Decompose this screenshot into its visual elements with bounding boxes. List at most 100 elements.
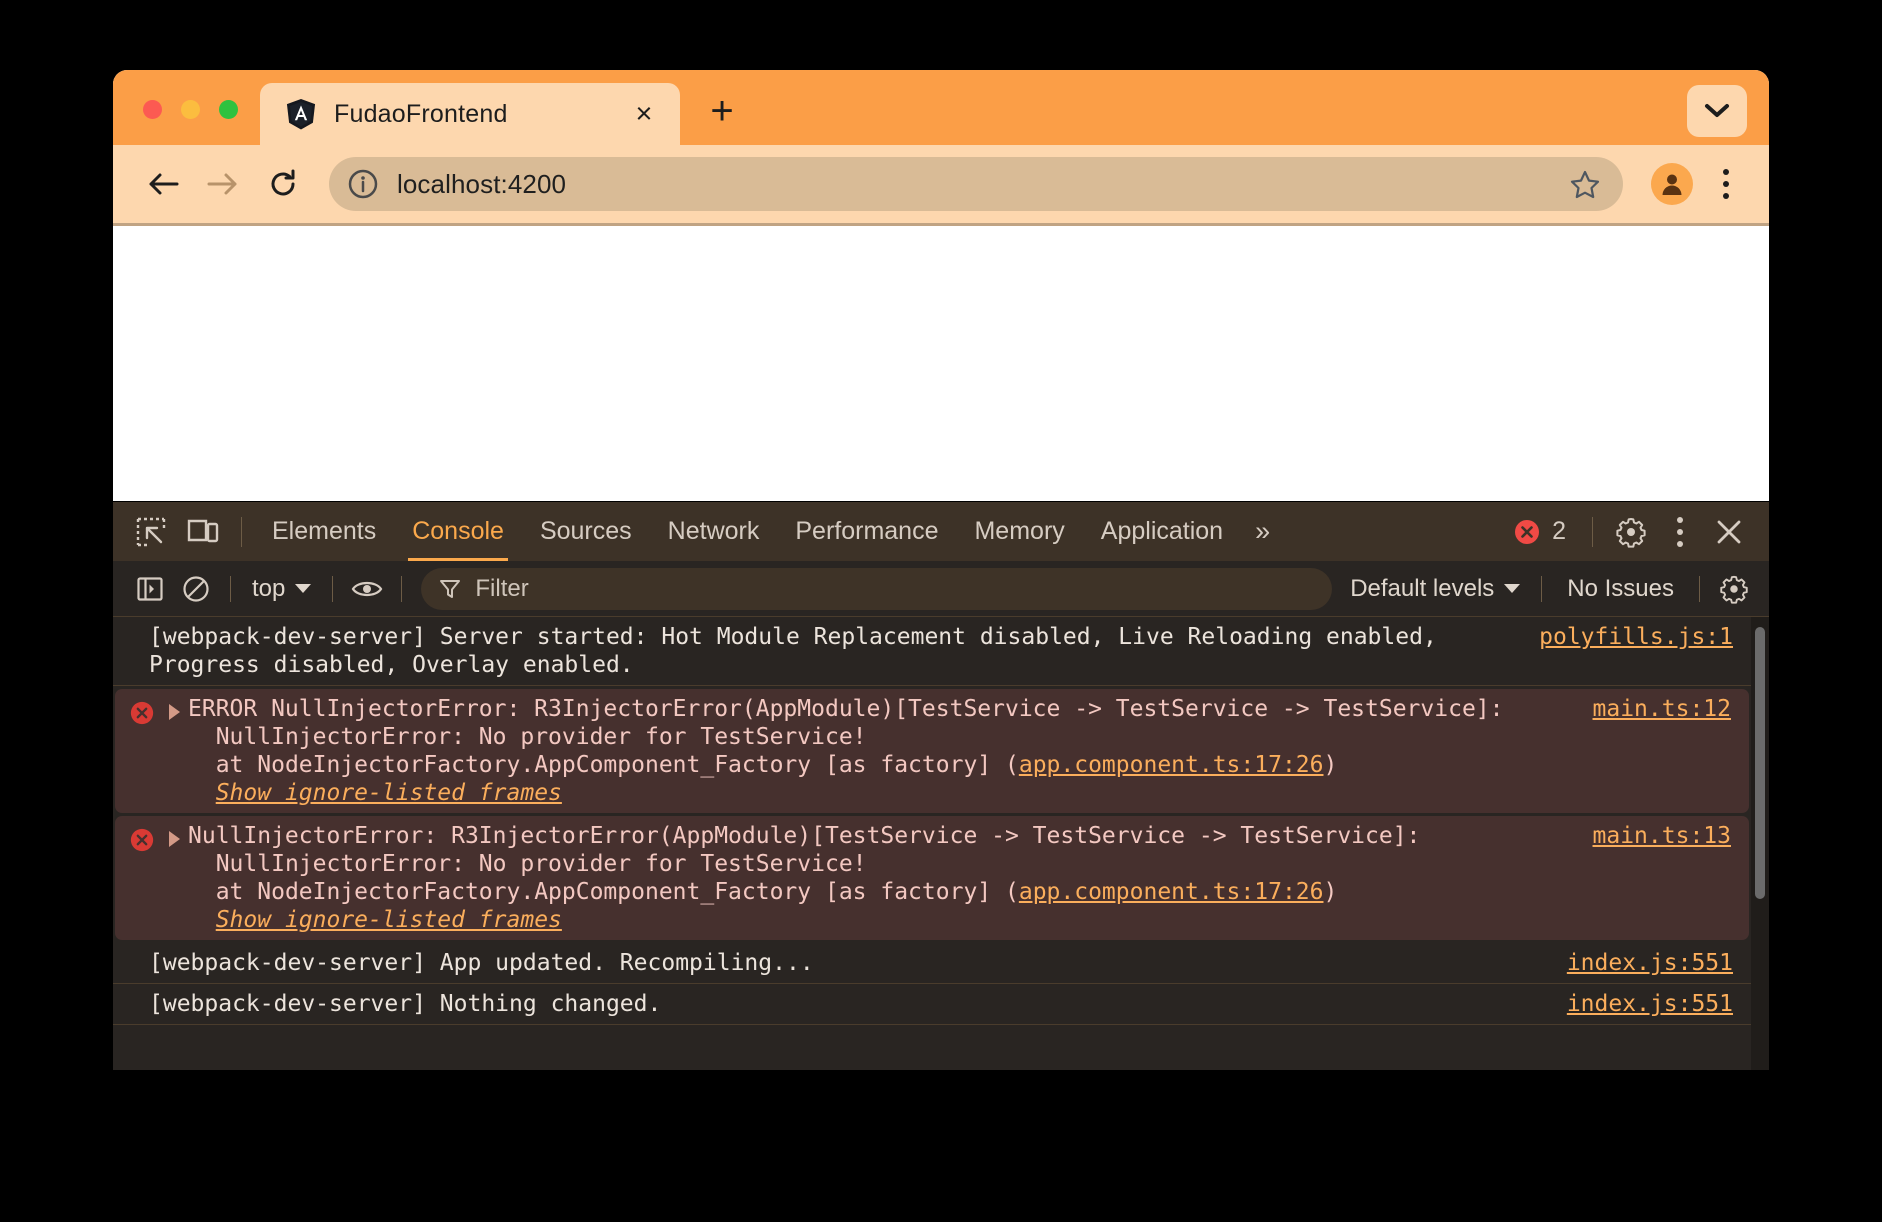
toolbar-divider (241, 517, 242, 547)
more-tabs-button[interactable]: » (1241, 516, 1282, 547)
live-expression-button[interactable] (344, 566, 390, 612)
clear-console-icon (182, 575, 210, 603)
close-tab-button[interactable]: × (624, 94, 664, 134)
error-circle-icon (129, 700, 155, 726)
browser-menu-button[interactable] (1703, 156, 1749, 212)
console-scroll-area: [webpack-dev-server] Server started: Hot… (113, 617, 1751, 1070)
tab-elements[interactable]: Elements (254, 502, 394, 561)
gear-icon (1719, 574, 1749, 604)
close-window-button[interactable] (143, 100, 162, 119)
execution-context-selector[interactable]: top (242, 575, 321, 603)
chevron-down-icon (1703, 102, 1731, 120)
console-toolbar: top Filter Default levels (113, 561, 1769, 617)
console-scrollbar-thumb[interactable] (1755, 627, 1765, 899)
console-toolbar-divider (1699, 576, 1700, 602)
devtools-menu-button[interactable] (1657, 504, 1703, 560)
source-link[interactable]: index.js:551 (1567, 990, 1751, 1018)
new-tab-button[interactable]: + (694, 83, 750, 139)
bookmark-star-icon[interactable] (1569, 168, 1601, 200)
console-message-info[interactable]: [webpack-dev-server] App updated. Recomp… (113, 943, 1751, 984)
issues-counter[interactable]: No Issues (1553, 575, 1688, 603)
tab-network[interactable]: Network (650, 502, 778, 561)
forward-arrow-icon (206, 169, 240, 199)
devtools-settings-button[interactable] (1605, 506, 1657, 558)
log-levels-label: Default levels (1350, 575, 1494, 603)
tab-strip: FudaoFrontend × + (113, 70, 1769, 145)
stack-frame-link[interactable]: app.component.ts:17:26 (1019, 879, 1324, 905)
info-icon[interactable] (347, 168, 379, 200)
error-count: 2 (1552, 517, 1566, 546)
reload-icon (267, 168, 299, 200)
source-link[interactable]: main.ts:12 (1593, 695, 1749, 723)
console-toolbar-divider (230, 576, 231, 602)
tab-performance[interactable]: Performance (777, 502, 956, 561)
source-link[interactable]: polyfills.js:1 (1539, 623, 1751, 651)
gear-icon (1615, 516, 1647, 548)
device-toolbar-icon (187, 518, 219, 546)
console-sidebar-button[interactable] (127, 566, 173, 612)
devtools-tabbar: Elements Console Sources Network Perform… (113, 502, 1769, 561)
source-link[interactable]: index.js:551 (1567, 949, 1751, 977)
stack-frame-link[interactable]: app.component.ts:17:26 (1019, 752, 1324, 778)
tab-sources[interactable]: Sources (522, 502, 650, 561)
profile-avatar[interactable] (1651, 163, 1693, 205)
tab-title: FudaoFrontend (334, 100, 598, 129)
menu-dot (1723, 193, 1729, 199)
live-expression-eye-icon (351, 577, 383, 601)
chevron-down-icon (1504, 584, 1520, 593)
console-message-error[interactable]: ERROR NullInjectorError: R3InjectorError… (115, 689, 1749, 813)
inspect-element-icon (136, 517, 166, 547)
filter-funnel-icon (439, 578, 461, 600)
log-levels-selector[interactable]: Default levels (1340, 575, 1530, 603)
menu-dot (1723, 181, 1729, 187)
expand-triangle-icon[interactable] (169, 831, 180, 847)
error-count-badge[interactable]: 2 (1499, 517, 1580, 546)
tab-memory[interactable]: Memory (956, 502, 1082, 561)
address-bar[interactable]: localhost:4200 (329, 157, 1623, 211)
console-message-info[interactable]: [webpack-dev-server] Nothing changed. in… (113, 984, 1751, 1025)
back-arrow-icon (146, 169, 180, 199)
show-ignore-listed-frames-link[interactable]: Show ignore-listed frames (216, 779, 562, 807)
console-message-text: ERROR NullInjectorError: R3InjectorError… (188, 695, 1593, 807)
minimize-window-button[interactable] (181, 100, 200, 119)
browser-tab[interactable]: FudaoFrontend × (260, 83, 680, 145)
console-settings-button[interactable] (1711, 566, 1757, 612)
console-message-error[interactable]: NullInjectorError: R3InjectorError(AppMo… (115, 816, 1749, 940)
device-toolbar-button[interactable] (177, 506, 229, 558)
page-viewport[interactable] (113, 223, 1769, 501)
close-devtools-button[interactable] (1703, 506, 1755, 558)
tab-search-button[interactable] (1687, 85, 1747, 137)
inspect-element-button[interactable] (125, 506, 177, 558)
angular-icon (286, 99, 316, 130)
console-message-text: [webpack-dev-server] App updated. Recomp… (149, 949, 1567, 977)
browser-toolbar: localhost:4200 (113, 145, 1769, 223)
error-icon-cell (115, 695, 169, 726)
expand-triangle-icon[interactable] (169, 704, 180, 720)
console-message-info[interactable]: [webpack-dev-server] Server started: Hot… (113, 617, 1751, 686)
console-scrollbar[interactable] (1751, 617, 1769, 1070)
back-button[interactable] (135, 156, 191, 212)
menu-dot (1677, 541, 1683, 547)
toolbar-divider (1592, 517, 1593, 547)
error-circle-icon (1513, 518, 1541, 546)
url-text: localhost:4200 (397, 169, 1569, 200)
devtools-panel: Elements Console Sources Network Perform… (113, 501, 1769, 1070)
filter-placeholder: Filter (475, 575, 528, 603)
close-icon (1714, 517, 1744, 547)
tab-console[interactable]: Console (394, 502, 522, 561)
console-toolbar-divider (401, 576, 402, 602)
forward-button[interactable] (195, 156, 251, 212)
menu-dot (1677, 529, 1683, 535)
source-link[interactable]: main.ts:13 (1593, 822, 1749, 850)
clear-console-button[interactable] (173, 566, 219, 612)
error-circle-icon (129, 827, 155, 853)
filter-input[interactable]: Filter (421, 568, 1332, 610)
reload-button[interactable] (255, 156, 311, 212)
console-message-list[interactable]: [webpack-dev-server] Server started: Hot… (113, 617, 1769, 1070)
show-ignore-listed-frames-link[interactable]: Show ignore-listed frames (216, 906, 562, 934)
console-message-text: [webpack-dev-server] Nothing changed. (149, 990, 1567, 1018)
tab-application[interactable]: Application (1083, 502, 1241, 561)
maximize-window-button[interactable] (219, 100, 238, 119)
browser-window: FudaoFrontend × + (113, 70, 1769, 1070)
chevron-down-icon (295, 584, 311, 593)
